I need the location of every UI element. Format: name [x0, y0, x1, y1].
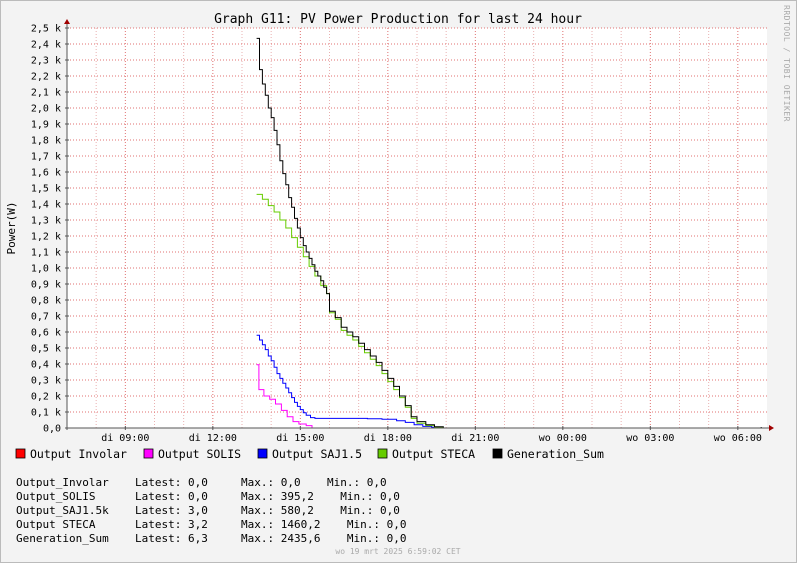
- y-tick-label: 0,9 k: [31, 280, 61, 291]
- stats-table: Output_Involar Latest: 0,0 Max.: 0,0 Min.: …: [16, 476, 407, 545]
- y-tick-label: 2,5 k: [31, 24, 61, 35]
- y-tick-label: 1,4 k: [31, 200, 61, 211]
- stats-name: Generation_Sum: [16, 532, 109, 545]
- y-tick-label: 2,4 k: [31, 40, 61, 51]
- y-tick-label: 2,0 k: [31, 104, 61, 115]
- legend-swatch: [492, 448, 503, 459]
- y-tick-label: 2,1 k: [31, 88, 61, 99]
- stats-max: Max.: 395,2: [241, 490, 314, 503]
- stats-name: Output_SAJ1.5k: [16, 504, 109, 517]
- x-tick-label: di 15:00: [276, 433, 324, 444]
- y-tick-label: 0,4 k: [31, 360, 61, 371]
- stats-max: Max.: 2435,6: [241, 532, 320, 545]
- stats-latest: Latest: 0,0: [135, 476, 208, 489]
- legend-label: Output STECA: [392, 447, 475, 461]
- y-tick-label: 0,5 k: [31, 344, 61, 355]
- stats-min: Min.: 0,0: [327, 476, 387, 489]
- x-tick-label: di 12:00: [189, 433, 237, 444]
- y-tick-label: 0,2 k: [31, 392, 61, 403]
- x-tick-label: di 21:00: [451, 433, 499, 444]
- stats-latest: Latest: 0,0: [135, 490, 208, 503]
- y-tick-labels: 0,0 0,1 k 0,2 k 0,3 k 0,4 k 0,5 k 0,6 k 0,7 k 0,…: [31, 24, 61, 435]
- chart: Graph G11: PV Power Production for last …: [5, 5, 791, 556]
- footer-timestamp: wo 19 mrt 2025 6:59:02 CET: [335, 547, 460, 556]
- watermark: RRDTOOL / TOBI OETIKER: [782, 5, 791, 122]
- y-tick-label: 0,7 k: [31, 312, 61, 323]
- y-tick-label: 1,6 k: [31, 168, 61, 179]
- stats-latest: Latest: 3,2: [135, 518, 208, 531]
- y-tick-label: 1,1 k: [31, 248, 61, 259]
- x-tick-label: wo 00:00: [539, 433, 587, 444]
- stats-max: Max.: 580,2: [241, 504, 314, 517]
- stats-min: Min.: 0,0: [340, 504, 400, 517]
- stats-min: Min.: 0,0: [347, 532, 407, 545]
- y-axis-arrow: [64, 19, 70, 24]
- y-tick-label: 1,9 k: [31, 120, 61, 131]
- x-tick-label: wo 03:00: [626, 433, 674, 444]
- x-tick-label: di 09:00: [101, 433, 149, 444]
- y-tick-label: 1,0 k: [31, 264, 61, 275]
- legend-label: Output SOLIS: [158, 447, 241, 461]
- legend-label: Output Involar: [30, 447, 127, 461]
- legend-swatch: [257, 448, 268, 459]
- y-tick-label: 0,6 k: [31, 328, 61, 339]
- y-tick-label: 0,0: [43, 424, 61, 435]
- x-tick-label: wo 06:00: [714, 433, 762, 444]
- y-tick-label: 0,3 k: [31, 376, 61, 387]
- stats-min: Min.: 0,0: [347, 518, 407, 531]
- stats-name: Output_Involar: [16, 476, 109, 489]
- legend: Output Involar Output SOLIS Output SAJ1.5 O…: [15, 447, 604, 461]
- y-tick-label: 2,2 k: [31, 72, 61, 83]
- chart-title: Graph G11: PV Power Production for last …: [214, 12, 582, 27]
- y-tick-label: 1,3 k: [31, 216, 61, 227]
- stats-latest: Latest: 6,3: [135, 532, 208, 545]
- y-tick-label: 1,5 k: [31, 184, 61, 195]
- legend-label: Generation_Sum: [507, 447, 604, 461]
- y-tick-label: 2,3 k: [31, 56, 61, 67]
- stats-name: Output STECA: [16, 518, 96, 531]
- stats-name: Output_SOLIS: [16, 490, 95, 503]
- stats-min: Min.: 0,0: [340, 490, 400, 503]
- legend-swatch: [377, 448, 388, 459]
- y-tick-label: 1,7 k: [31, 152, 61, 163]
- legend-swatch: [143, 448, 154, 459]
- legend-label: Output SAJ1.5: [272, 447, 362, 461]
- y-tick-label: 1,8 k: [31, 136, 61, 147]
- legend-swatch: [15, 448, 26, 459]
- x-tick-labels: di 09:00 di 12:00 di 15:00 di 18:00 di 21:00…: [101, 433, 762, 444]
- y-axis-label: Power(W): [5, 202, 18, 255]
- stats-max: Max.: 1460,2: [241, 518, 320, 531]
- stats-max: Max.: 0,0: [241, 476, 301, 489]
- y-tick-label: 0,8 k: [31, 296, 61, 307]
- y-tick-label: 0,1 k: [31, 408, 61, 419]
- stats-latest: Latest: 3,0: [135, 504, 208, 517]
- grid: [67, 27, 767, 428]
- x-tick-label: di 18:00: [364, 433, 412, 444]
- x-axis-arrow: [769, 425, 774, 431]
- y-tick-label: 1,2 k: [31, 232, 61, 243]
